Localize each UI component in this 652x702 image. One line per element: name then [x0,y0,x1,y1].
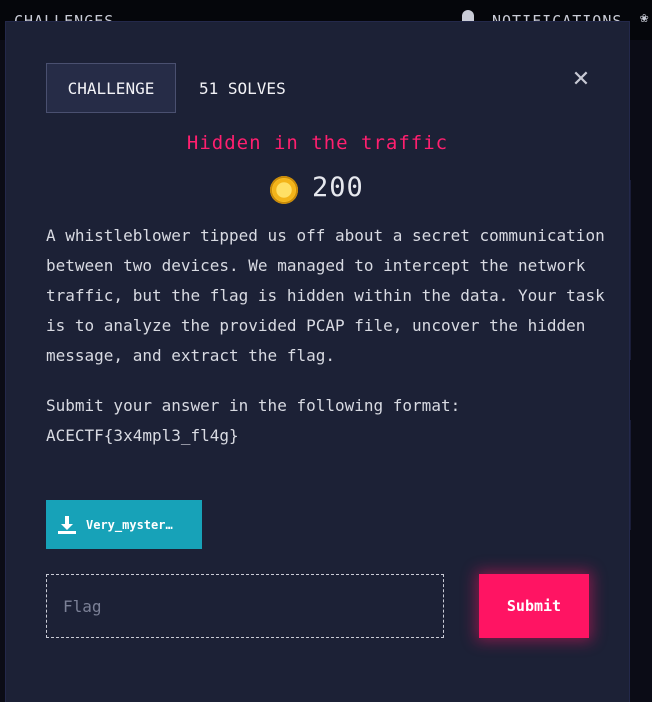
submit-button[interactable]: Submit [479,574,589,638]
download-file-button[interactable]: Very_myster… [46,500,202,549]
download-icon [58,515,76,534]
challenge-points: 200 [312,172,364,203]
challenge-modal: CHALLENGE 51 SOLVES ✕ Hidden in the traf… [6,22,629,702]
coin-icon [270,176,298,204]
tab-solves[interactable]: 51 SOLVES [199,63,286,113]
download-file-label: Very_myster… [86,517,173,532]
close-icon[interactable]: ✕ [570,69,592,91]
description-paragraph: A whistleblower tipped us off about a se… [46,226,605,365]
challenge-title: Hidden in the traffic [186,132,449,154]
tab-challenge[interactable]: CHALLENGE [46,63,176,113]
challenge-description: A whistleblower tipped us off about a se… [46,221,606,451]
paw-icon[interactable]: ❀ [640,10,648,26]
flag-input[interactable] [46,574,444,638]
description-paragraph: Submit your answer in the following form… [46,396,461,445]
